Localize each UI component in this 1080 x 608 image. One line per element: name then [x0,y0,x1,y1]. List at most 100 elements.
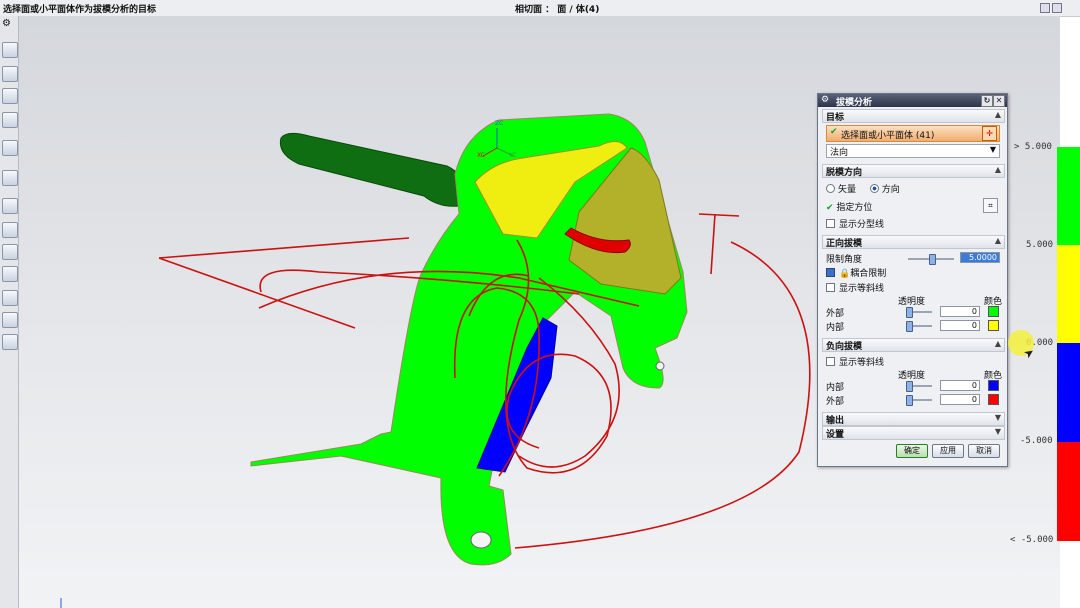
gear-icon[interactable]: ⚙ [2,18,16,32]
cue-status-bar: 选择面或小平面体作为拔模分析的目标 相切面 ： 面 / 体(4) [0,0,1080,17]
section-settings[interactable]: 设置 ▼ [822,426,1005,440]
restore-icon[interactable] [1040,3,1050,13]
section-draw-direction-label: 脱模方向 [826,168,863,178]
select-face-label: 选择面或小平面体 (41) [841,131,935,141]
reuse-tool-icon[interactable] [2,312,18,328]
check-icon: ✔ [826,203,834,213]
normal-dropdown[interactable]: 法向 ▼ [826,144,1000,158]
radio-vector[interactable] [826,184,835,193]
positive-inner-transparency-input[interactable]: 0 [940,320,980,331]
negative-outer-transparency-input[interactable]: 0 [940,394,980,405]
positive-outer-transparency-input[interactable]: 0 [940,306,980,317]
chevron-down-icon: ▼ [989,145,996,154]
constraint-tool-icon[interactable] [2,66,18,82]
positive-isoclines-row[interactable]: 显示等斜线 [826,281,884,294]
assembly-tool-icon[interactable] [2,88,18,104]
sketch-tool-icon[interactable] [2,42,18,58]
coupled-limit-checkbox[interactable] [826,268,835,277]
palette-tool-icon[interactable] [2,290,18,306]
dialog-titlebar[interactable]: ⚙ 拔模分析 ↻ ✕ [818,94,1007,108]
select-face-row[interactable]: ✔ 选择面或小平面体 (41) ✛ [826,125,1000,142]
legend-band-green [1057,147,1080,245]
negative-inner-transparency-input[interactable]: 0 [940,380,980,391]
close-icon[interactable]: ✕ [993,95,1005,107]
maximize-icon[interactable] [1052,3,1062,13]
coupled-limit-label: 耦合限制 [850,269,887,279]
slider-thumb[interactable] [906,381,913,392]
yc-axis-label: YC [509,152,517,159]
dialog-title: 拔模分析 [836,98,873,108]
negative-isoclines-checkbox[interactable] [826,357,835,366]
window-controls [1038,3,1062,16]
slider-thumb[interactable] [906,307,913,318]
browser-tool-icon[interactable] [2,170,18,186]
positive-outer-color-swatch[interactable] [988,306,999,317]
mount-hole [470,531,492,549]
positive-isoclines-label: 显示等斜线 [839,284,885,294]
section-negative-draft[interactable]: 负向拔模 ▲ [822,338,1005,352]
legend-label-5: 5.000 [1026,240,1054,250]
limit-angle-slider[interactable] [908,254,954,265]
chevron-up-icon[interactable]: ▲ [995,165,1001,174]
positive-isoclines-checkbox[interactable] [826,283,835,292]
coupled-limit-row[interactable]: 🔒耦合限制 [826,266,886,279]
history-tool-icon[interactable] [2,140,18,156]
show-parting-line-label: 显示分型线 [839,220,885,230]
negative-inner-color-swatch[interactable] [988,380,999,391]
negative-outer-color-swatch[interactable] [988,394,999,405]
roles-tool-icon[interactable] [2,222,18,238]
show-parting-line-row[interactable]: 显示分型线 [826,217,884,230]
limit-angle-input[interactable]: 5.0000 [960,252,1000,263]
positive-outer-transparency-slider[interactable] [906,307,932,318]
positive-inner-transparency-slider[interactable] [906,321,932,332]
analysis-tool-icon[interactable] [2,112,18,128]
clock-tool-icon[interactable] [2,198,18,214]
legend-label-gt5: > 5.000 [1014,142,1052,152]
chevron-up-icon[interactable]: ▲ [995,339,1001,348]
section-settings-label: 设置 [826,430,845,440]
chevron-up-icon[interactable]: ▲ [995,110,1001,119]
radio-vector-label: 矢量 [838,185,857,195]
show-parting-line-checkbox[interactable] [826,219,835,228]
radio-direction[interactable] [869,184,879,193]
section-positive-draft[interactable]: 正向拔模 ▲ [822,235,1005,249]
negative-inner-label: 内部 [826,383,845,393]
slider-thumb[interactable] [906,395,913,406]
cancel-button[interactable]: 取消 [968,444,1000,458]
specify-orientation-row[interactable]: ✔ 指定方位 [826,200,872,213]
positive-inner-color-swatch[interactable] [988,320,999,331]
negative-isoclines-row[interactable]: 显示等斜线 [826,355,884,368]
lock-icon: 🔒 [839,269,851,279]
csys-dialog-icon[interactable]: ⌗ [983,198,998,213]
section-positive-draft-label: 正向拔模 [826,239,863,249]
slider-thumb[interactable] [906,321,913,332]
side-hole [655,361,665,371]
ok-button[interactable]: 确定 [896,444,928,458]
slider-thumb[interactable] [928,254,936,265]
crosshair-select-icon[interactable]: ✛ [982,126,997,141]
legend-band-blue [1057,343,1080,442]
reset-icon[interactable]: ↻ [981,95,993,107]
negative-inner-transparency-slider[interactable] [906,381,932,392]
neg-transparency-header: 透明度 [898,371,926,381]
section-output[interactable]: 输出 ▼ [822,412,1005,426]
zc-axis-label: ZC [495,120,504,127]
part-tool-icon[interactable] [2,266,18,282]
apply-button[interactable]: 应用 [932,444,964,458]
legend-label-lt-neg5: < -5.000 [1010,535,1054,545]
negative-outer-transparency-slider[interactable] [906,395,932,406]
chevron-down-icon[interactable]: ▼ [995,413,1001,422]
chevron-up-icon[interactable]: ▲ [995,236,1001,245]
motion-tool-icon[interactable] [2,244,18,260]
gear-icon[interactable]: ⚙ [821,95,829,105]
section-draw-direction[interactable]: 脱模方向 ▲ [822,164,1005,178]
legend-label-neg5: -5.000 [1020,436,1053,446]
section-target[interactable]: 目标 ▲ [822,109,1005,123]
list-tool-icon[interactable] [2,334,18,350]
section-target-label: 目标 [826,113,845,123]
negative-outer-label: 外部 [826,397,845,407]
status-line: 相切面 ： 面 / 体(4) [515,5,600,15]
chevron-down-icon[interactable]: ▼ [995,427,1001,436]
legend-band-red [1057,442,1080,541]
legend-band-yellow [1057,245,1080,343]
